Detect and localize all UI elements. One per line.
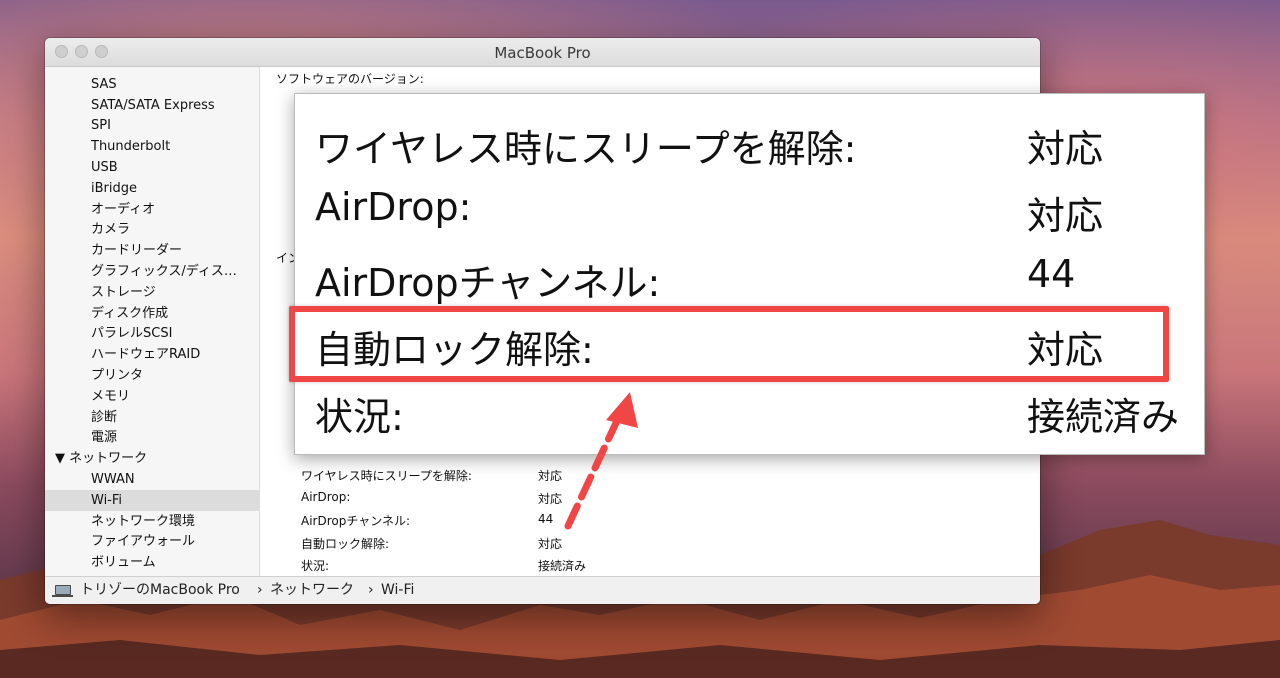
sidebar-item[interactable]: 電源 [45,427,259,448]
sidebar-item[interactable]: ストレージ [45,282,259,303]
sidebar-item[interactable]: ネットワーク環境 [45,511,259,532]
title-bar: MacBook Pro [45,38,1040,67]
window-title: MacBook Pro [494,44,591,62]
info-row-label: AirDropチャンネル: [301,514,411,528]
sidebar-item[interactable]: 診断 [45,407,259,428]
sidebar-item[interactable]: Wi-Fi [45,489,259,511]
path-bar: トリゾーのMacBook Pro › ネットワーク › Wi-Fi [45,576,1040,604]
sidebar[interactable]: PCISASSATA/SATA ExpressSPIThunderboltUSB… [45,67,260,576]
laptop-icon [52,585,73,597]
sidebar-item[interactable]: ハードウェアRAID [45,344,259,365]
sidebar-item[interactable]: USB [45,157,259,178]
sidebar-item[interactable]: プリンタ [45,365,259,386]
sidebar-item[interactable]: ボリューム [45,552,259,573]
info-row-value: 接続済み [538,559,587,573]
software-version-label: ソフトウェアのバージョン: [276,72,424,86]
zoom-callout: ワイヤレス時にスリープを解除: 対応 AirDrop: 対応 AirDropチャンネル:… [294,93,1205,455]
sidebar-item[interactable]: ディスク作成 [45,303,259,324]
sidebar-item[interactable]: WWAN [45,469,259,490]
sidebar-item[interactable]: ▼ ネットワーク [45,448,259,469]
zoom-row-label: ワイヤレス時にスリープを解除: [315,127,857,171]
zoom-row-value: 対応 [1027,194,1104,238]
sidebar-item[interactable]: メモリ [45,386,259,407]
zoom-row-label: 状況: [315,395,404,439]
info-row-label: 状況: [301,559,330,573]
info-row-value: 対応 [538,536,563,551]
sidebar-item[interactable]: Thunderbolt [45,136,259,157]
sidebar-item[interactable]: SATA/SATA Express [45,95,259,116]
path-item-computer[interactable]: トリゾーのMacBook Pro [80,577,240,604]
info-row-label: AirDrop: [301,489,351,504]
sidebar-item[interactable]: カードリーダー [45,240,259,261]
sidebar-item[interactable]: SAS [45,74,259,95]
zoom-row-label: AirDropチャンネル: [315,261,661,305]
highlight-box [289,306,1169,382]
path-separator: › [368,582,374,598]
sidebar-item[interactable]: iBridge [45,178,259,199]
info-row-label: 自動ロック解除: [301,536,390,551]
sidebar-item[interactable]: グラフィックス/ディス… [45,261,259,282]
sidebar-item[interactable]: パラレルSCSI [45,323,259,344]
info-row-value: 対応 [538,491,563,506]
path-item-network[interactable]: ネットワーク [270,577,354,604]
zoom-row-value: 対応 [1027,127,1104,171]
sidebar-item[interactable]: カメラ [45,219,259,240]
info-row-value: 44 [538,512,554,526]
sidebar-item[interactable]: SPI [45,115,259,136]
path-separator: › [257,582,263,598]
info-row-value: 対応 [538,469,563,483]
info-row-label: ワイヤレス時にスリープを解除: [301,469,472,483]
path-item-wifi[interactable]: Wi-Fi [381,577,414,604]
sidebar-item[interactable]: オーディオ [45,199,259,220]
sidebar-item[interactable]: ファイアウォール [45,531,259,552]
partial-label: イン [276,251,294,265]
zoom-row-value: 44 [1027,252,1076,296]
zoom-row-value: 接続済み [1027,395,1180,439]
zoom-row-label: AirDrop: [315,185,472,229]
